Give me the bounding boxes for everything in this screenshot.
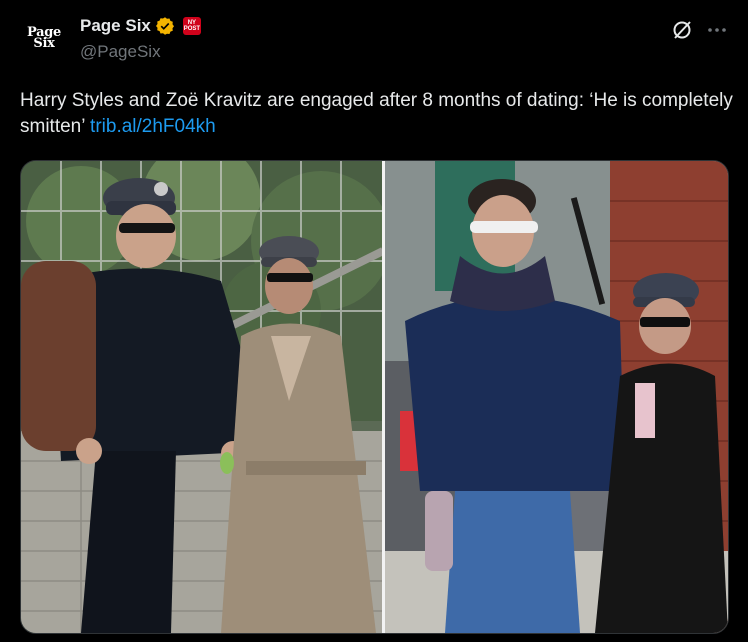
affiliate-badge-text: NY POST (183, 20, 201, 32)
avatar-text-line2: Six (33, 36, 55, 51)
tweet: Page Six Page Six NY POST @PageSix Harry… (0, 0, 748, 642)
affiliate-badge[interactable]: NY POST (182, 17, 201, 35)
media-grid[interactable] (20, 160, 729, 634)
photo-left-image (21, 161, 383, 633)
tweet-link[interactable]: trib.al/2hF04kh (90, 116, 216, 137)
grok-icon[interactable] (670, 18, 694, 42)
photo-right-image (385, 161, 728, 633)
media-photo-right[interactable] (385, 161, 728, 633)
author-display-name[interactable]: Page Six (80, 16, 151, 36)
tweet-text: Harry Styles and Zoë Kravitz are engaged… (20, 88, 736, 140)
more-horizontal-icon[interactable] (705, 18, 729, 42)
verified-badge-icon[interactable] (155, 16, 175, 36)
author-name-row: Page Six NY POST (80, 16, 201, 36)
author-handle[interactable]: @PageSix (80, 42, 161, 62)
avatar[interactable]: Page Six (20, 14, 68, 62)
media-photo-left[interactable] (21, 161, 383, 633)
